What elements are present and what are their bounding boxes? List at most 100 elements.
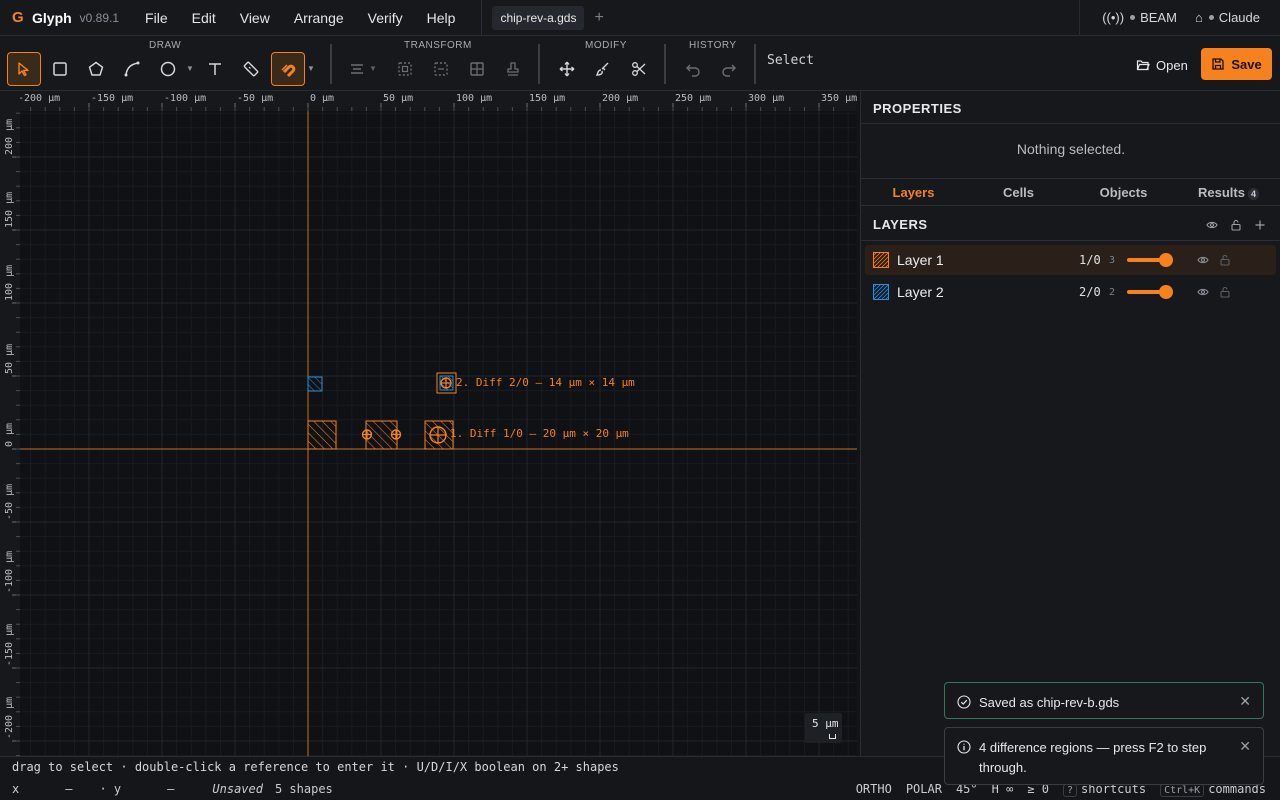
path-tool[interactable] xyxy=(115,52,149,86)
layer-swatch xyxy=(873,252,889,268)
ruler-label: -150 µm xyxy=(91,93,133,104)
shortcut-key: ? xyxy=(1063,784,1078,797)
scale-label: 5 µm xyxy=(812,717,839,730)
move-tool[interactable] xyxy=(550,52,584,86)
chevron-down-icon[interactable]: ▼ xyxy=(369,64,377,73)
new-tab-button[interactable]: + xyxy=(594,9,603,27)
robot-icon: ⌂ xyxy=(1194,10,1203,25)
menu-view[interactable]: View xyxy=(228,0,282,36)
shape-count: 5 shapes xyxy=(274,782,333,796)
close-icon[interactable]: ✕ xyxy=(1239,691,1251,711)
text-tool[interactable] xyxy=(198,52,232,86)
curve-icon xyxy=(124,61,140,77)
cut-tool[interactable] xyxy=(622,52,656,86)
ungroup-tool[interactable] xyxy=(424,52,458,86)
magnet-icon xyxy=(281,64,296,78)
ortho-toggle[interactable]: ORTHO xyxy=(856,782,892,796)
layer-row-1[interactable]: Layer 1 1/0 3 xyxy=(865,245,1276,275)
menu-arrange[interactable]: Arrange xyxy=(282,0,356,36)
ruler-label: 250 µm xyxy=(675,93,711,104)
stamp-icon xyxy=(507,62,519,76)
layer-row-2[interactable]: Layer 2 2/0 2 xyxy=(865,277,1276,307)
select-tool[interactable] xyxy=(7,52,41,86)
opacity-slider[interactable] xyxy=(1127,253,1173,267)
layer-count: 2 xyxy=(1109,286,1116,298)
group-tool[interactable] xyxy=(388,52,422,86)
tab-objects[interactable]: Objects xyxy=(1071,179,1176,205)
open-button[interactable]: Open xyxy=(1128,50,1196,80)
menu-help[interactable]: Help xyxy=(415,0,468,36)
array-tool[interactable] xyxy=(460,52,494,86)
save-icon xyxy=(1212,58,1224,70)
panel-tabs: Layers Cells Objects Results 4 xyxy=(861,178,1280,206)
commands-key: Ctrl+K xyxy=(1160,784,1205,797)
tab-results[interactable]: Results 4 xyxy=(1176,179,1280,205)
ruler-label: 200 µm xyxy=(4,119,15,155)
layer-name: Layer 2 xyxy=(897,284,944,300)
divider xyxy=(1079,0,1081,36)
rectangle-tool[interactable] xyxy=(43,52,77,86)
diff-label-1: 1. Diff 1/0 — 20 µm × 20 µm xyxy=(450,427,629,440)
divider xyxy=(664,44,666,84)
ruler-corner xyxy=(0,91,20,111)
chevron-down-icon[interactable]: ▼ xyxy=(307,64,315,73)
stamp-tool[interactable] xyxy=(496,52,530,86)
ruler-label: 350 µm xyxy=(821,93,857,104)
divider xyxy=(754,44,756,84)
ruler-label: 0 µm xyxy=(4,423,15,447)
check-circle-icon xyxy=(957,695,971,709)
cursor-coords: x — · y — Unsaved 5 shapes xyxy=(12,782,333,796)
unlock-icon[interactable] xyxy=(1230,219,1242,231)
unlock-icon[interactable] xyxy=(1219,254,1231,266)
unlock-icon[interactable] xyxy=(1219,286,1231,298)
layout-canvas[interactable]: -200 µm -150 µm -100 µm -50 µm 0 µm 50 µm 100 … xyxy=(0,91,857,756)
ruler-label: -100 µm xyxy=(4,551,15,593)
undo-button[interactable] xyxy=(676,52,710,86)
polar-toggle[interactable]: POLAR xyxy=(906,782,942,796)
divider xyxy=(538,44,540,84)
properties-empty: Nothing selected. xyxy=(1016,141,1126,157)
group-icon xyxy=(398,62,412,76)
file-tab[interactable]: chip-rev-a.gds xyxy=(492,5,585,30)
snap-tool[interactable] xyxy=(271,52,305,86)
eye-icon[interactable] xyxy=(1206,219,1218,231)
ruler-label: -50 µm xyxy=(4,484,15,520)
circle-tool[interactable] xyxy=(151,52,185,86)
chevron-down-icon[interactable]: ▼ xyxy=(186,64,194,73)
divider xyxy=(861,123,1280,124)
rectangle-icon xyxy=(53,62,67,76)
title-bar: G Glyph v0.89.1 File Edit View Arrange V… xyxy=(0,0,1280,36)
menu-verify[interactable]: Verify xyxy=(356,0,415,36)
eye-icon[interactable] xyxy=(1197,286,1209,298)
ruler-label: 150 µm xyxy=(529,93,565,104)
canvas-svg[interactable]: -200 µm -150 µm -100 µm -50 µm 0 µm 50 µm 100 … xyxy=(0,91,857,756)
eye-icon[interactable] xyxy=(1197,254,1209,266)
redo-button[interactable] xyxy=(712,52,746,86)
plus-icon[interactable] xyxy=(1254,219,1266,231)
group-label-history: HISTORY xyxy=(689,40,737,51)
scissors-icon xyxy=(632,62,646,76)
tab-layers[interactable]: Layers xyxy=(861,179,966,205)
save-label: Save xyxy=(1231,56,1262,72)
close-icon[interactable]: ✕ xyxy=(1239,736,1251,756)
paint-tool[interactable] xyxy=(586,52,620,86)
opacity-slider[interactable] xyxy=(1127,285,1173,299)
menu-file[interactable]: File xyxy=(133,0,180,36)
polygon-tool[interactable] xyxy=(79,52,113,86)
open-label: Open xyxy=(1156,57,1188,73)
layer1-rect xyxy=(307,420,337,450)
beam-status[interactable]: ((•)) BEAM xyxy=(1102,10,1177,25)
app-name: Glyph xyxy=(32,9,72,26)
tab-cells[interactable]: Cells xyxy=(966,179,1071,205)
text-icon xyxy=(209,63,221,75)
ruler-tool[interactable] xyxy=(234,52,268,86)
diff-label-2: 2. Diff 2/0 — 14 µm × 14 µm xyxy=(456,376,635,389)
divider xyxy=(330,44,332,84)
claude-status[interactable]: ⌂ Claude xyxy=(1195,10,1260,25)
group-label-modify: MODIFY xyxy=(585,40,627,51)
glyph-logo-icon: G xyxy=(12,8,24,26)
save-button[interactable]: Save xyxy=(1201,48,1272,80)
menu-bar: File Edit View Arrange Verify Help xyxy=(133,0,467,36)
layer-row-icons xyxy=(1197,286,1231,298)
menu-edit[interactable]: Edit xyxy=(180,0,228,36)
